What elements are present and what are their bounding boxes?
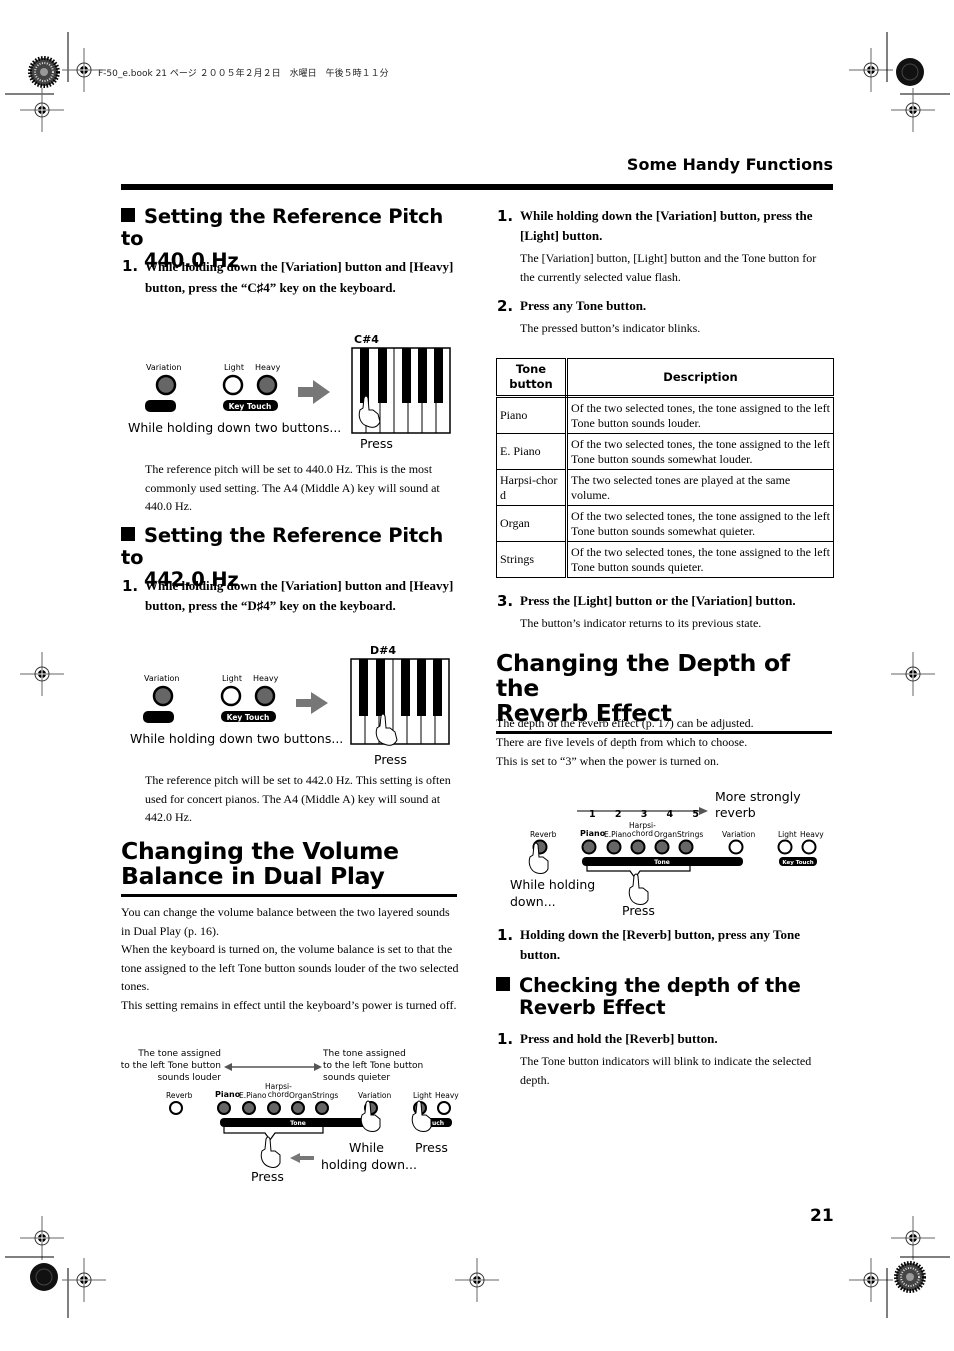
table-row: Organ Of the two selected tones, the tone… xyxy=(496,505,834,542)
quieter-caption: The tone assigned to the left Tone butto… xyxy=(323,1049,424,1083)
registration-mark-icon xyxy=(19,87,65,133)
diagram-d-sharp-4: Variation Light Heavy Key Touch D#4 Whil… xyxy=(120,640,460,770)
svg-text:Heavy: Heavy xyxy=(255,363,281,372)
registration-mark-icon xyxy=(19,1215,65,1261)
svg-text:Key Touch: Key Touch xyxy=(229,402,272,411)
step-1-reverb-hold: 1. Holding down the [Reverb] button, pre… xyxy=(497,926,801,962)
arrow-left-icon xyxy=(290,1153,314,1163)
press-caption: Press xyxy=(622,903,655,918)
registration-mark-icon xyxy=(890,1215,936,1261)
svg-text:Tone: Tone xyxy=(290,1120,306,1127)
arrow-right-icon xyxy=(296,692,328,714)
step-1-press-hold-reverb: 1. Press and hold the [Reverb] button. xyxy=(497,1030,718,1048)
depth-levels: 1 2 3 4 5 xyxy=(589,809,699,820)
svg-text:Key Touch: Key Touch xyxy=(227,713,270,722)
arrow-right-icon xyxy=(298,380,330,404)
step-2-body: The pressed button’s indicator blinks. xyxy=(520,321,701,335)
while-caption: While xyxy=(349,1140,384,1155)
variation-button-icon xyxy=(152,685,174,707)
diagram-c-sharp-4: Variation Light Heavy Key Touch C#4 Whil… xyxy=(120,330,460,455)
square-bullet-icon xyxy=(121,527,135,541)
heavy-button-icon xyxy=(254,685,276,707)
registration-star-icon xyxy=(894,1261,926,1293)
press-caption: Press xyxy=(415,1140,448,1155)
light-button-icon xyxy=(222,374,244,396)
hand-press-icon xyxy=(260,1136,281,1168)
section-label: Some Handy Functions xyxy=(626,155,833,174)
reverb-button-icon xyxy=(169,1101,183,1115)
heading-volume-balance: Changing the Volume Balance in Dual Play xyxy=(121,839,457,897)
square-bullet-icon xyxy=(121,208,135,222)
svg-text:Light: Light xyxy=(224,363,244,372)
body-pitch-442: The reference pitch will be set to 442.0… xyxy=(145,773,451,824)
press-caption: Press xyxy=(251,1169,284,1184)
table-row: E. Piano Of the two selected tones, the t… xyxy=(496,433,834,470)
step-1-pitch-440: 1. While holding down the [Variation] bu… xyxy=(122,257,454,295)
step-1-body: The [Variation] button, [Light] button a… xyxy=(520,251,817,284)
step-1-pitch-442: 1. While holding down the [Variation] bu… xyxy=(122,577,454,613)
body-reverb-depth: The depth of the reverb effect (p. 17) c… xyxy=(496,716,754,768)
variation-button-icon xyxy=(155,374,177,396)
step-3-body: The button’s indicator returns to its pr… xyxy=(520,616,762,630)
holding-caption: While holding down two buttons... xyxy=(128,420,342,435)
step-2-press-tone: 2. Press any Tone button. xyxy=(497,297,647,315)
registration-mark-icon xyxy=(454,1257,500,1303)
column-header-tone: Tone button xyxy=(496,358,568,398)
square-bullet-icon xyxy=(496,977,510,991)
svg-text:uch: uch xyxy=(432,1120,444,1127)
registration-mark-icon xyxy=(19,651,65,697)
body-check-reverb: The Tone button indicators will blink to… xyxy=(520,1054,812,1087)
step-1-variation-light: 1. While holding down the [Variation] bu… xyxy=(497,207,813,243)
svg-text:Variation: Variation xyxy=(144,674,180,683)
registration-dark-icon xyxy=(29,1262,59,1292)
registration-mark-icon xyxy=(890,651,936,697)
heading-check-reverb-depth: Checking the depth of the Reverb Effect xyxy=(496,975,836,1019)
diagram-volume-balance: The tone assigned to the left Tone butto… xyxy=(120,1045,460,1190)
svg-text:Light: Light xyxy=(222,674,242,683)
panel-illustration: Variation Light Heavy Key Touch xyxy=(143,658,450,746)
table-row: Strings Of the two selected tones, the to… xyxy=(496,541,834,578)
registration-star-icon xyxy=(28,56,60,88)
holding-caption: While holding down... xyxy=(510,877,596,909)
registration-dark-icon xyxy=(895,57,925,87)
svg-text:Heavy: Heavy xyxy=(253,674,279,683)
registration-mark-icon xyxy=(848,1257,894,1303)
step-3-restore: 3. Press the [Light] button or the [Vari… xyxy=(497,592,796,610)
key-label: C#4 xyxy=(354,333,379,346)
holding-caption: holding down... xyxy=(321,1157,417,1172)
panel-illustration: Variation Light Heavy Key Touch xyxy=(145,347,451,434)
registration-mark-icon xyxy=(848,47,894,93)
heavy-button-icon xyxy=(256,374,278,396)
holding-caption: While holding down two buttons... xyxy=(130,731,344,746)
registration-mark-icon xyxy=(61,1257,107,1303)
variation-label: Variation xyxy=(146,363,182,372)
body-pitch-440: The reference pitch will be set to 440.0… xyxy=(145,462,440,513)
table-row: Harpsi-chord The two selected tones are p… xyxy=(496,469,834,506)
svg-text:Key Touch: Key Touch xyxy=(782,860,813,866)
table-row: Piano Of the two selected tones, the tone… xyxy=(496,396,834,434)
tone-balance-table: Tone button Description Piano Of the two … xyxy=(496,358,834,578)
column-header-description: Description xyxy=(566,358,834,398)
louder-caption: The tone assigned to the left Tone butto… xyxy=(120,1049,221,1083)
page-number: 21 xyxy=(810,1206,834,1226)
more-reverb-caption: More strongly reverb xyxy=(715,789,801,820)
body-volume-balance: You can change the volume balance betwee… xyxy=(121,905,459,1012)
table-header-row: Tone button Description xyxy=(496,358,834,398)
hand-press-icon xyxy=(628,873,649,905)
header-rule xyxy=(121,184,833,190)
press-caption: Press xyxy=(360,436,393,451)
press-caption: Press xyxy=(374,752,407,767)
print-header: F-50_e.book 21 ページ ２００５年２月２日 水曜日 午後５時１１分 xyxy=(98,69,389,79)
light-button-icon xyxy=(220,685,242,707)
registration-mark-icon xyxy=(890,87,936,133)
diagram-reverb-depth: Tone Key Touch 1 2 3 4 5 More strongly r… xyxy=(500,782,830,922)
svg-text:Tone: Tone xyxy=(654,859,670,866)
key-label: D#4 xyxy=(370,644,397,657)
